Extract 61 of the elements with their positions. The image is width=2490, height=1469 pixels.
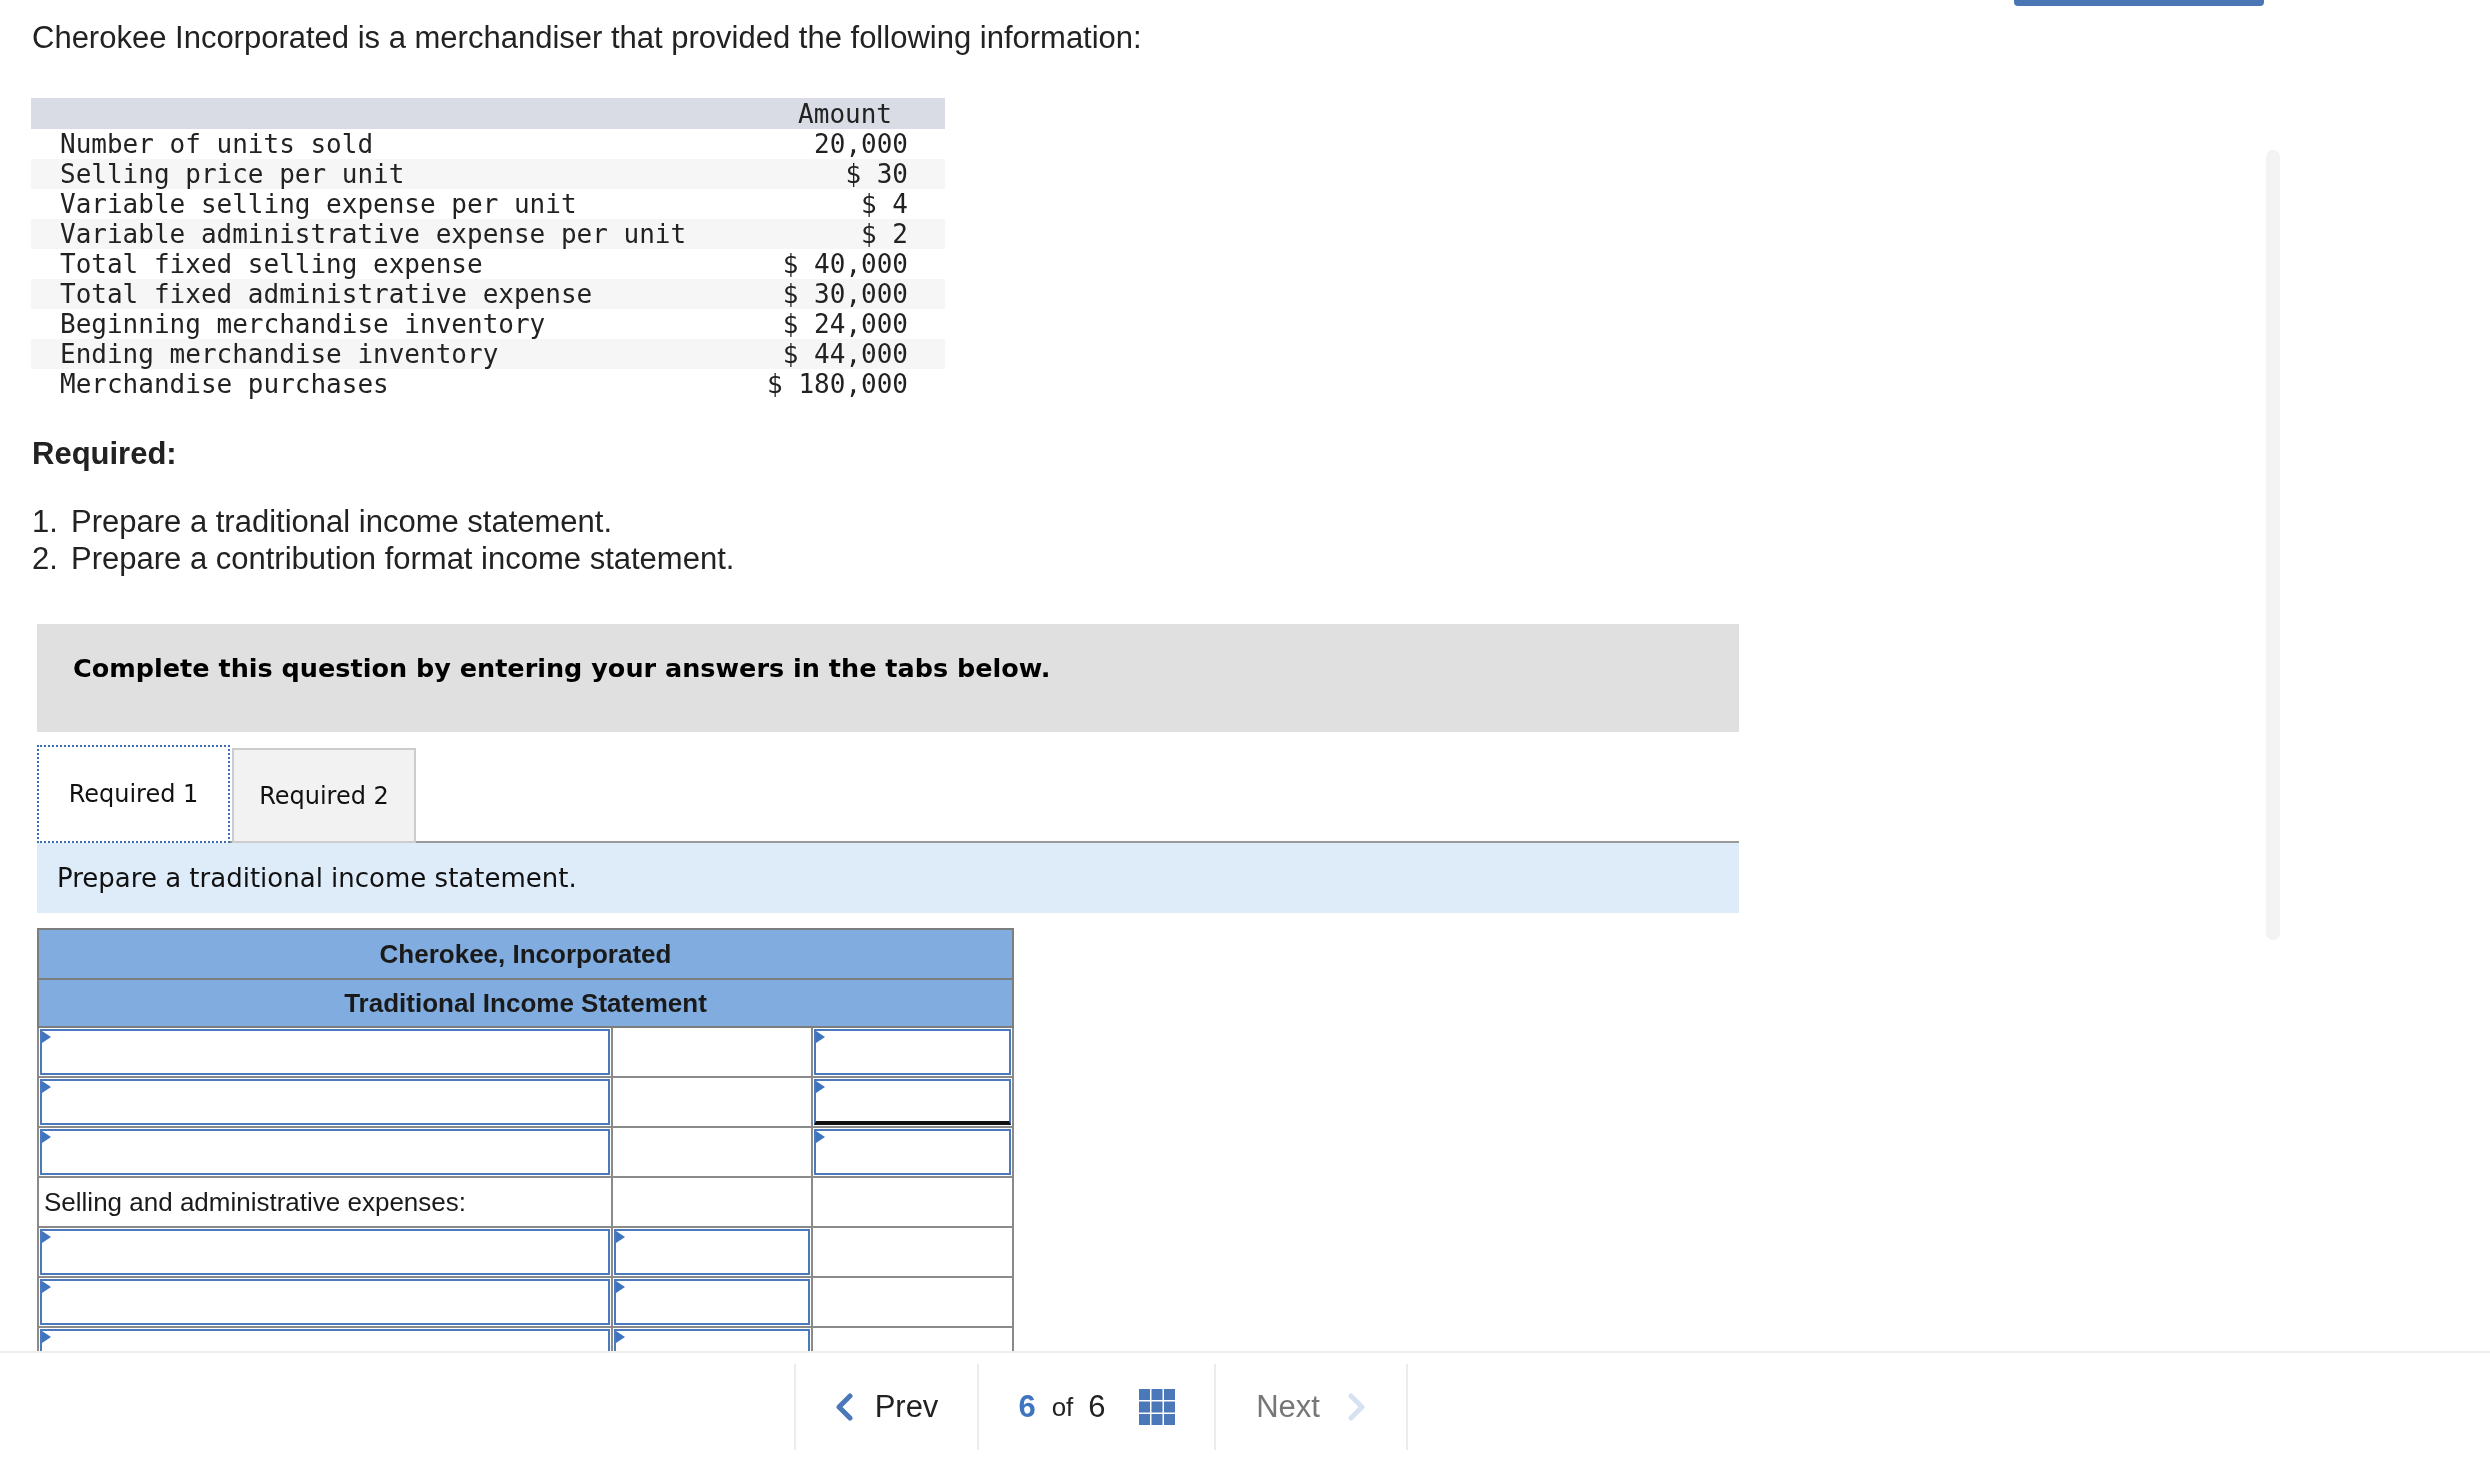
row-label: Ending merchandise inventory (60, 339, 499, 369)
list-item-text: Prepare a contribution format income statement. (71, 540, 735, 577)
input-field[interactable] (40, 1079, 610, 1125)
row-label: Number of units sold (60, 129, 374, 159)
table-subtitle: Traditional Income Statement (38, 979, 1013, 1027)
list-number: 1. (31, 503, 59, 540)
list-number: 2. (31, 540, 59, 577)
chevron-right-icon (1347, 1393, 1366, 1421)
amount-value: $ 24,000 (782, 309, 908, 339)
table-title: Cherokee, Incorporated (38, 929, 1013, 979)
triangle-icon (816, 1081, 825, 1093)
amount-value: $ 44,000 (782, 339, 908, 369)
column-header: Amount (798, 99, 892, 129)
intro-text: Cherokee Incorporated is a merchandiser that provided the following information: (31, 19, 1143, 56)
input-field[interactable] (814, 1079, 1011, 1125)
input-field[interactable] (40, 1229, 610, 1275)
row-label: Merchandise purchases (60, 369, 389, 399)
input-field[interactable] (40, 1129, 610, 1175)
triangle-icon (42, 1131, 51, 1143)
input-field[interactable] (814, 1129, 1011, 1175)
row-label: Selling price per unit (60, 159, 405, 189)
instruction-text: Complete this question by entering your answers in the tabs below. (73, 653, 1051, 683)
page-total: 6 (1088, 1387, 1106, 1426)
list-item-text: Prepare a traditional income statement. (71, 503, 613, 540)
triangle-icon (42, 1231, 51, 1243)
row-label: Variable administrative expense per unit (60, 219, 687, 249)
required-heading: Required: (31, 436, 178, 472)
triangle-icon (816, 1131, 825, 1143)
amount-value: $ 30,000 (782, 279, 908, 309)
amount-value: $ 40,000 (782, 249, 908, 279)
input-field[interactable] (814, 1029, 1011, 1075)
input-field[interactable] (40, 1279, 610, 1325)
row-label: Beginning merchandise inventory (60, 309, 546, 339)
triangle-icon (42, 1331, 51, 1343)
tab[interactable]: Required 1 (37, 745, 230, 843)
chevron-left-icon (834, 1393, 853, 1421)
triangle-icon (616, 1331, 625, 1343)
input-field[interactable] (614, 1229, 810, 1275)
amount-value: $ 4 (861, 189, 908, 219)
page-number: 6 (1018, 1387, 1036, 1426)
row-label: Total fixed administrative expense (60, 279, 593, 309)
row-label: Variable selling expense per unit (60, 189, 577, 219)
triangle-icon (816, 1031, 825, 1043)
prompt-text: Prepare a traditional income statement. (57, 861, 577, 895)
row-label: Total fixed selling expense (60, 249, 483, 279)
triangle-icon (42, 1031, 51, 1043)
table-cell: Selling and administrative expenses: (38, 1177, 612, 1227)
amount-value: $ 180,000 (767, 369, 908, 399)
input-field[interactable] (40, 1029, 610, 1075)
triangle-icon (42, 1281, 51, 1293)
prev-button[interactable]: Prev (834, 1383, 939, 1431)
triangle-icon (616, 1281, 625, 1293)
of-label: of (1051, 1390, 1074, 1424)
triangle-icon (616, 1231, 625, 1243)
grid-icon[interactable] (1138, 1389, 1175, 1425)
amount-value: 20,000 (814, 129, 908, 159)
amount-value: $ 2 (861, 219, 908, 249)
triangle-icon (42, 1081, 51, 1093)
tab[interactable]: Required 2 (232, 748, 416, 843)
amount-value: $ 30 (845, 159, 908, 189)
input-field[interactable] (614, 1279, 810, 1325)
